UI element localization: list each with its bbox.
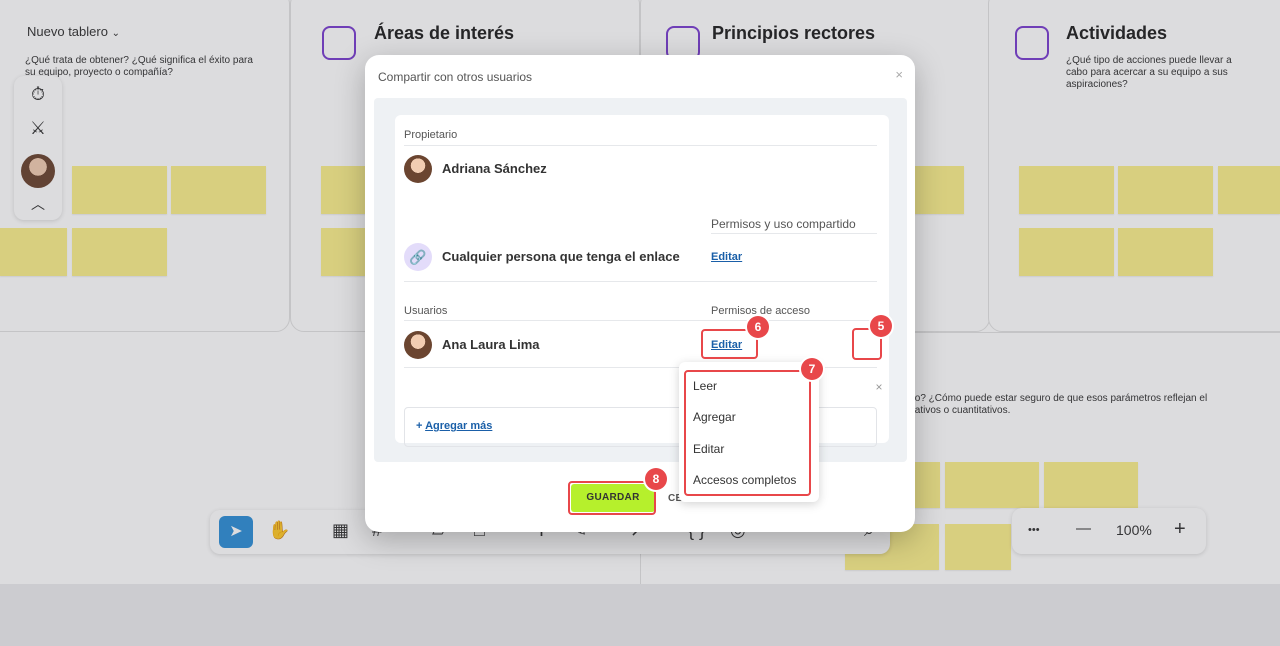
step-badge-6: 6 — [747, 316, 769, 338]
divider — [404, 145, 877, 146]
divider — [404, 320, 877, 321]
permissions-sharing-label: Permisos y uso compartido — [711, 217, 856, 231]
owner-label: Propietario — [404, 129, 458, 141]
remove-user-button[interactable]: × — [871, 379, 887, 395]
plus-icon: + — [416, 420, 423, 432]
user-name: Ana Laura Lima — [442, 337, 540, 352]
user-avatar — [404, 331, 432, 359]
highlight-save-button — [568, 481, 656, 515]
step-badge-7: 7 — [801, 358, 823, 380]
divider — [711, 233, 877, 234]
owner-name: Adriana Sánchez — [442, 161, 547, 176]
edit-link-permission-link[interactable]: Editar — [711, 251, 742, 263]
divider — [404, 281, 877, 282]
step-badge-5: 5 — [870, 315, 892, 337]
modal-body: Propietario Adriana Sánchez Permisos y u… — [374, 98, 907, 462]
link-icon: 🔗 — [404, 243, 432, 271]
link-access-text: Cualquier persona que tenga el enlace — [442, 249, 680, 264]
step-badge-8: 8 — [645, 468, 667, 490]
modal-title: Compartir con otros usuarios — [378, 70, 533, 84]
owner-avatar — [404, 155, 432, 183]
add-more-link[interactable]: + Agregar más — [416, 420, 492, 432]
add-more-label: Agregar más — [425, 420, 493, 432]
users-label: Usuarios — [404, 305, 448, 317]
access-permissions-label: Permisos de acceso — [711, 305, 811, 317]
highlight-permission-options — [684, 370, 811, 496]
share-modal: Compartir con otros usuarios × Propietar… — [365, 55, 915, 532]
close-icon[interactable]: × — [895, 67, 903, 82]
